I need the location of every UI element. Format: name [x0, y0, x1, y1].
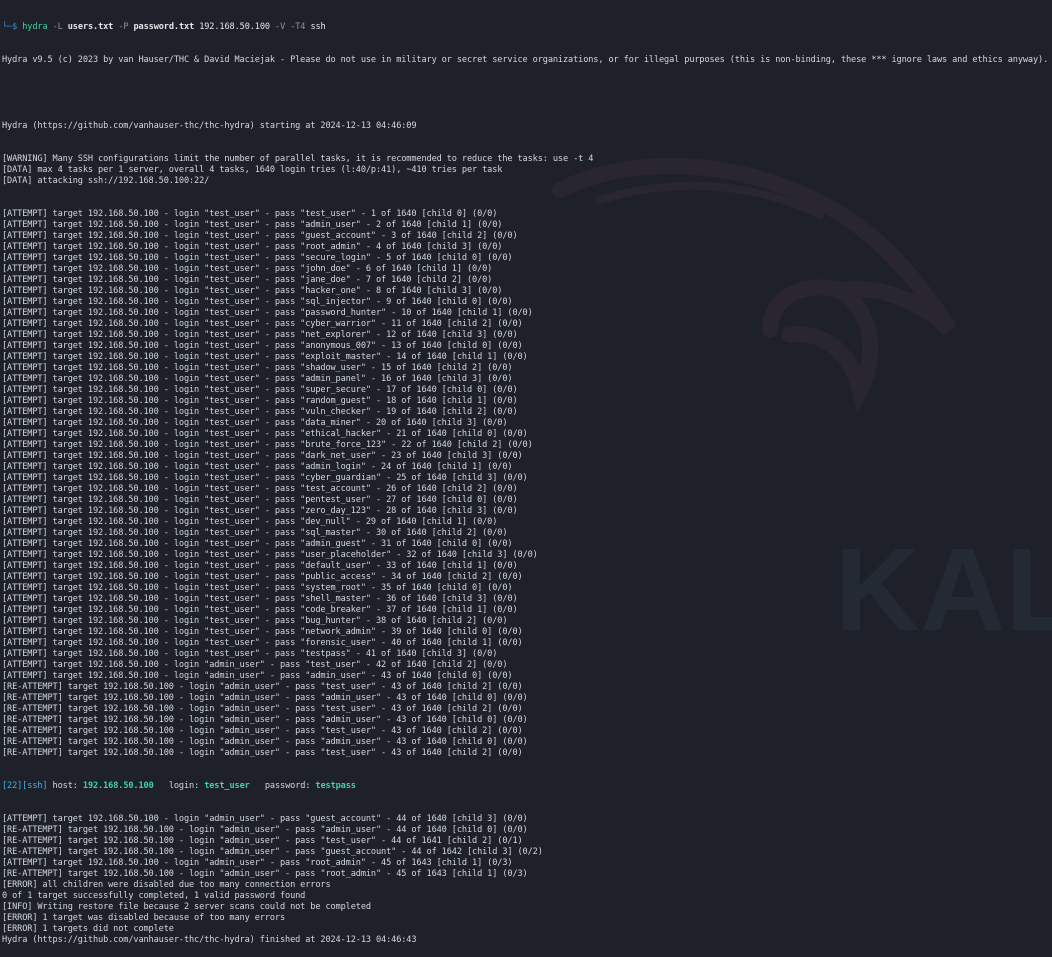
command-name: hydra: [22, 22, 48, 32]
log-line: [RE-ATTEMPT] target 192.168.50.100 - log…: [2, 825, 528, 835]
target-ip: 192.168.50.100: [199, 22, 270, 32]
attempt-line: [ATTEMPT] target 192.168.50.100 - login …: [2, 429, 528, 439]
found-service: [ssh]: [22, 781, 48, 791]
attempt-line: [ATTEMPT] target 192.168.50.100 - login …: [2, 396, 518, 406]
log-line: [ATTEMPT] target 192.168.50.100 - login …: [2, 858, 513, 868]
found-password: testpass: [315, 781, 356, 791]
attempt-line: [RE-ATTEMPT] target 192.168.50.100 - log…: [2, 737, 528, 747]
attempt-line: [ATTEMPT] target 192.168.50.100 - login …: [2, 407, 518, 417]
attempt-line: [RE-ATTEMPT] target 192.168.50.100 - log…: [2, 693, 528, 703]
found-host-label: host:: [47, 781, 83, 791]
attempt-line: [ATTEMPT] target 192.168.50.100 - login …: [2, 440, 533, 450]
found-credentials-line: [22][ssh] host: 192.168.50.100 login: te…: [2, 781, 1052, 792]
found-host: 192.168.50.100: [82, 781, 154, 791]
attempt-line: [ATTEMPT] target 192.168.50.100 - login …: [2, 495, 518, 505]
attempt-line: [ATTEMPT] target 192.168.50.100 - login …: [2, 286, 503, 296]
post-lines: [ATTEMPT] target 192.168.50.100 - login …: [2, 814, 1052, 946]
start-line: Hydra (https://github.com/vanhauser-thc/…: [2, 121, 417, 131]
command-prompt: └─$ hydra -L users.txt -P password.txt 1…: [2, 22, 1052, 33]
log-line: [DATA] attacking ssh://192.168.50.100:22…: [2, 176, 210, 186]
log-line: [WARNING] Many SSH configurations limit …: [2, 154, 594, 164]
attempt-line: [ATTEMPT] target 192.168.50.100 - login …: [2, 660, 508, 670]
attempt-line: [ATTEMPT] target 192.168.50.100 - login …: [2, 341, 523, 351]
attempt-line: [ATTEMPT] target 192.168.50.100 - login …: [2, 264, 493, 274]
service-arg: ssh: [310, 22, 326, 32]
attempt-line: [ATTEMPT] target 192.168.50.100 - login …: [2, 484, 518, 494]
found-login-label: login:: [153, 781, 205, 791]
log-line: [DATA] max 4 tasks per 1 server, overall…: [2, 165, 503, 175]
attempt-line: [RE-ATTEMPT] target 192.168.50.100 - log…: [2, 682, 523, 692]
attempt-line: [ATTEMPT] target 192.168.50.100 - login …: [2, 572, 523, 582]
attempt-line: [RE-ATTEMPT] target 192.168.50.100 - log…: [2, 704, 523, 714]
attempt-line: [ATTEMPT] target 192.168.50.100 - login …: [2, 297, 513, 307]
attempt-line: [ATTEMPT] target 192.168.50.100 - login …: [2, 319, 523, 329]
terminal-output: └─$ hydra -L users.txt -P password.txt 1…: [2, 0, 1052, 957]
log-line: [INFO] Writing restore file because 2 se…: [2, 902, 371, 912]
log-line: [ERROR] 1 target was disabled because of…: [2, 913, 286, 923]
found-login: test_user: [204, 781, 250, 791]
attempt-line: [ATTEMPT] target 192.168.50.100 - login …: [2, 638, 523, 648]
attempt-line: [ATTEMPT] target 192.168.50.100 - login …: [2, 275, 493, 285]
prompt-arrow: └─$: [2, 22, 18, 32]
flag-V: -V: [275, 22, 286, 32]
attempt-line: [ATTEMPT] target 192.168.50.100 - login …: [2, 462, 513, 472]
found-port: [22]: [2, 781, 23, 791]
log-line: [ERROR] 1 targets did not complete: [2, 924, 174, 934]
log-line: Hydra (https://github.com/vanhauser-thc/…: [2, 935, 417, 945]
attempt-line: [ATTEMPT] target 192.168.50.100 - login …: [2, 374, 513, 384]
attempt-line: [ATTEMPT] target 192.168.50.100 - login …: [2, 352, 528, 362]
found-password-label: password:: [249, 781, 316, 791]
log-line: 0 of 1 target successfully completed, 1 …: [2, 891, 306, 901]
hydra-banner: Hydra v9.5 (c) 2023 by van Hauser/THC & …: [2, 55, 1049, 65]
log-line: [ERROR] all children were disabled due t…: [2, 880, 331, 890]
attempt-line: [RE-ATTEMPT] target 192.168.50.100 - log…: [2, 748, 523, 758]
flag-P: -P: [118, 22, 129, 32]
attempt-line: [ATTEMPT] target 192.168.50.100 - login …: [2, 330, 518, 340]
attempt-line: [ATTEMPT] target 192.168.50.100 - login …: [2, 550, 538, 560]
attempt-line: [ATTEMPT] target 192.168.50.100 - login …: [2, 605, 518, 615]
attempt-line: [RE-ATTEMPT] target 192.168.50.100 - log…: [2, 726, 523, 736]
attempt-line: [ATTEMPT] target 192.168.50.100 - login …: [2, 594, 518, 604]
attempt-line: [ATTEMPT] target 192.168.50.100 - login …: [2, 209, 498, 219]
attempt-line: [ATTEMPT] target 192.168.50.100 - login …: [2, 528, 508, 538]
flag-T: -T4: [290, 22, 306, 32]
log-line: [RE-ATTEMPT] target 192.168.50.100 - log…: [2, 836, 523, 846]
users-file: users.txt: [67, 22, 114, 32]
attempt-line: [ATTEMPT] target 192.168.50.100 - login …: [2, 242, 503, 252]
attempt-line: [ATTEMPT] target 192.168.50.100 - login …: [2, 451, 523, 461]
attempt-line: [ATTEMPT] target 192.168.50.100 - login …: [2, 561, 518, 571]
attempt-line: [ATTEMPT] target 192.168.50.100 - login …: [2, 418, 508, 428]
flag-L: -L: [52, 22, 63, 32]
attempt-line: [ATTEMPT] target 192.168.50.100 - login …: [2, 616, 508, 626]
attempt-line: [ATTEMPT] target 192.168.50.100 - login …: [2, 627, 523, 637]
log-line: [RE-ATTEMPT] target 192.168.50.100 - log…: [2, 847, 543, 857]
info-lines: [WARNING] Many SSH configurations limit …: [2, 154, 1052, 187]
attempt-line: [ATTEMPT] target 192.168.50.100 - login …: [2, 671, 513, 681]
attempt-line: [ATTEMPT] target 192.168.50.100 - login …: [2, 220, 503, 230]
attempt-line: [ATTEMPT] target 192.168.50.100 - login …: [2, 253, 513, 263]
attempt-line: [ATTEMPT] target 192.168.50.100 - login …: [2, 583, 513, 593]
attempt-line: [ATTEMPT] target 192.168.50.100 - login …: [2, 473, 528, 483]
attempt-line: [ATTEMPT] target 192.168.50.100 - login …: [2, 308, 533, 318]
attempt-line: [ATTEMPT] target 192.168.50.100 - login …: [2, 363, 513, 373]
attempt-line: [ATTEMPT] target 192.168.50.100 - login …: [2, 517, 498, 527]
attempt-line: [ATTEMPT] target 192.168.50.100 - login …: [2, 506, 518, 516]
attempt-line: [ATTEMPT] target 192.168.50.100 - login …: [2, 539, 513, 549]
attempt-line: [ATTEMPT] target 192.168.50.100 - login …: [2, 385, 518, 395]
attempt-lines: [ATTEMPT] target 192.168.50.100 - login …: [2, 209, 1052, 759]
password-file: password.txt: [133, 22, 195, 32]
log-line: [ATTEMPT] target 192.168.50.100 - login …: [2, 814, 528, 824]
log-line: [RE-ATTEMPT] target 192.168.50.100 - log…: [2, 869, 528, 879]
attempt-line: [ATTEMPT] target 192.168.50.100 - login …: [2, 649, 498, 659]
attempt-line: [ATTEMPT] target 192.168.50.100 - login …: [2, 231, 518, 241]
attempt-line: [RE-ATTEMPT] target 192.168.50.100 - log…: [2, 715, 528, 725]
